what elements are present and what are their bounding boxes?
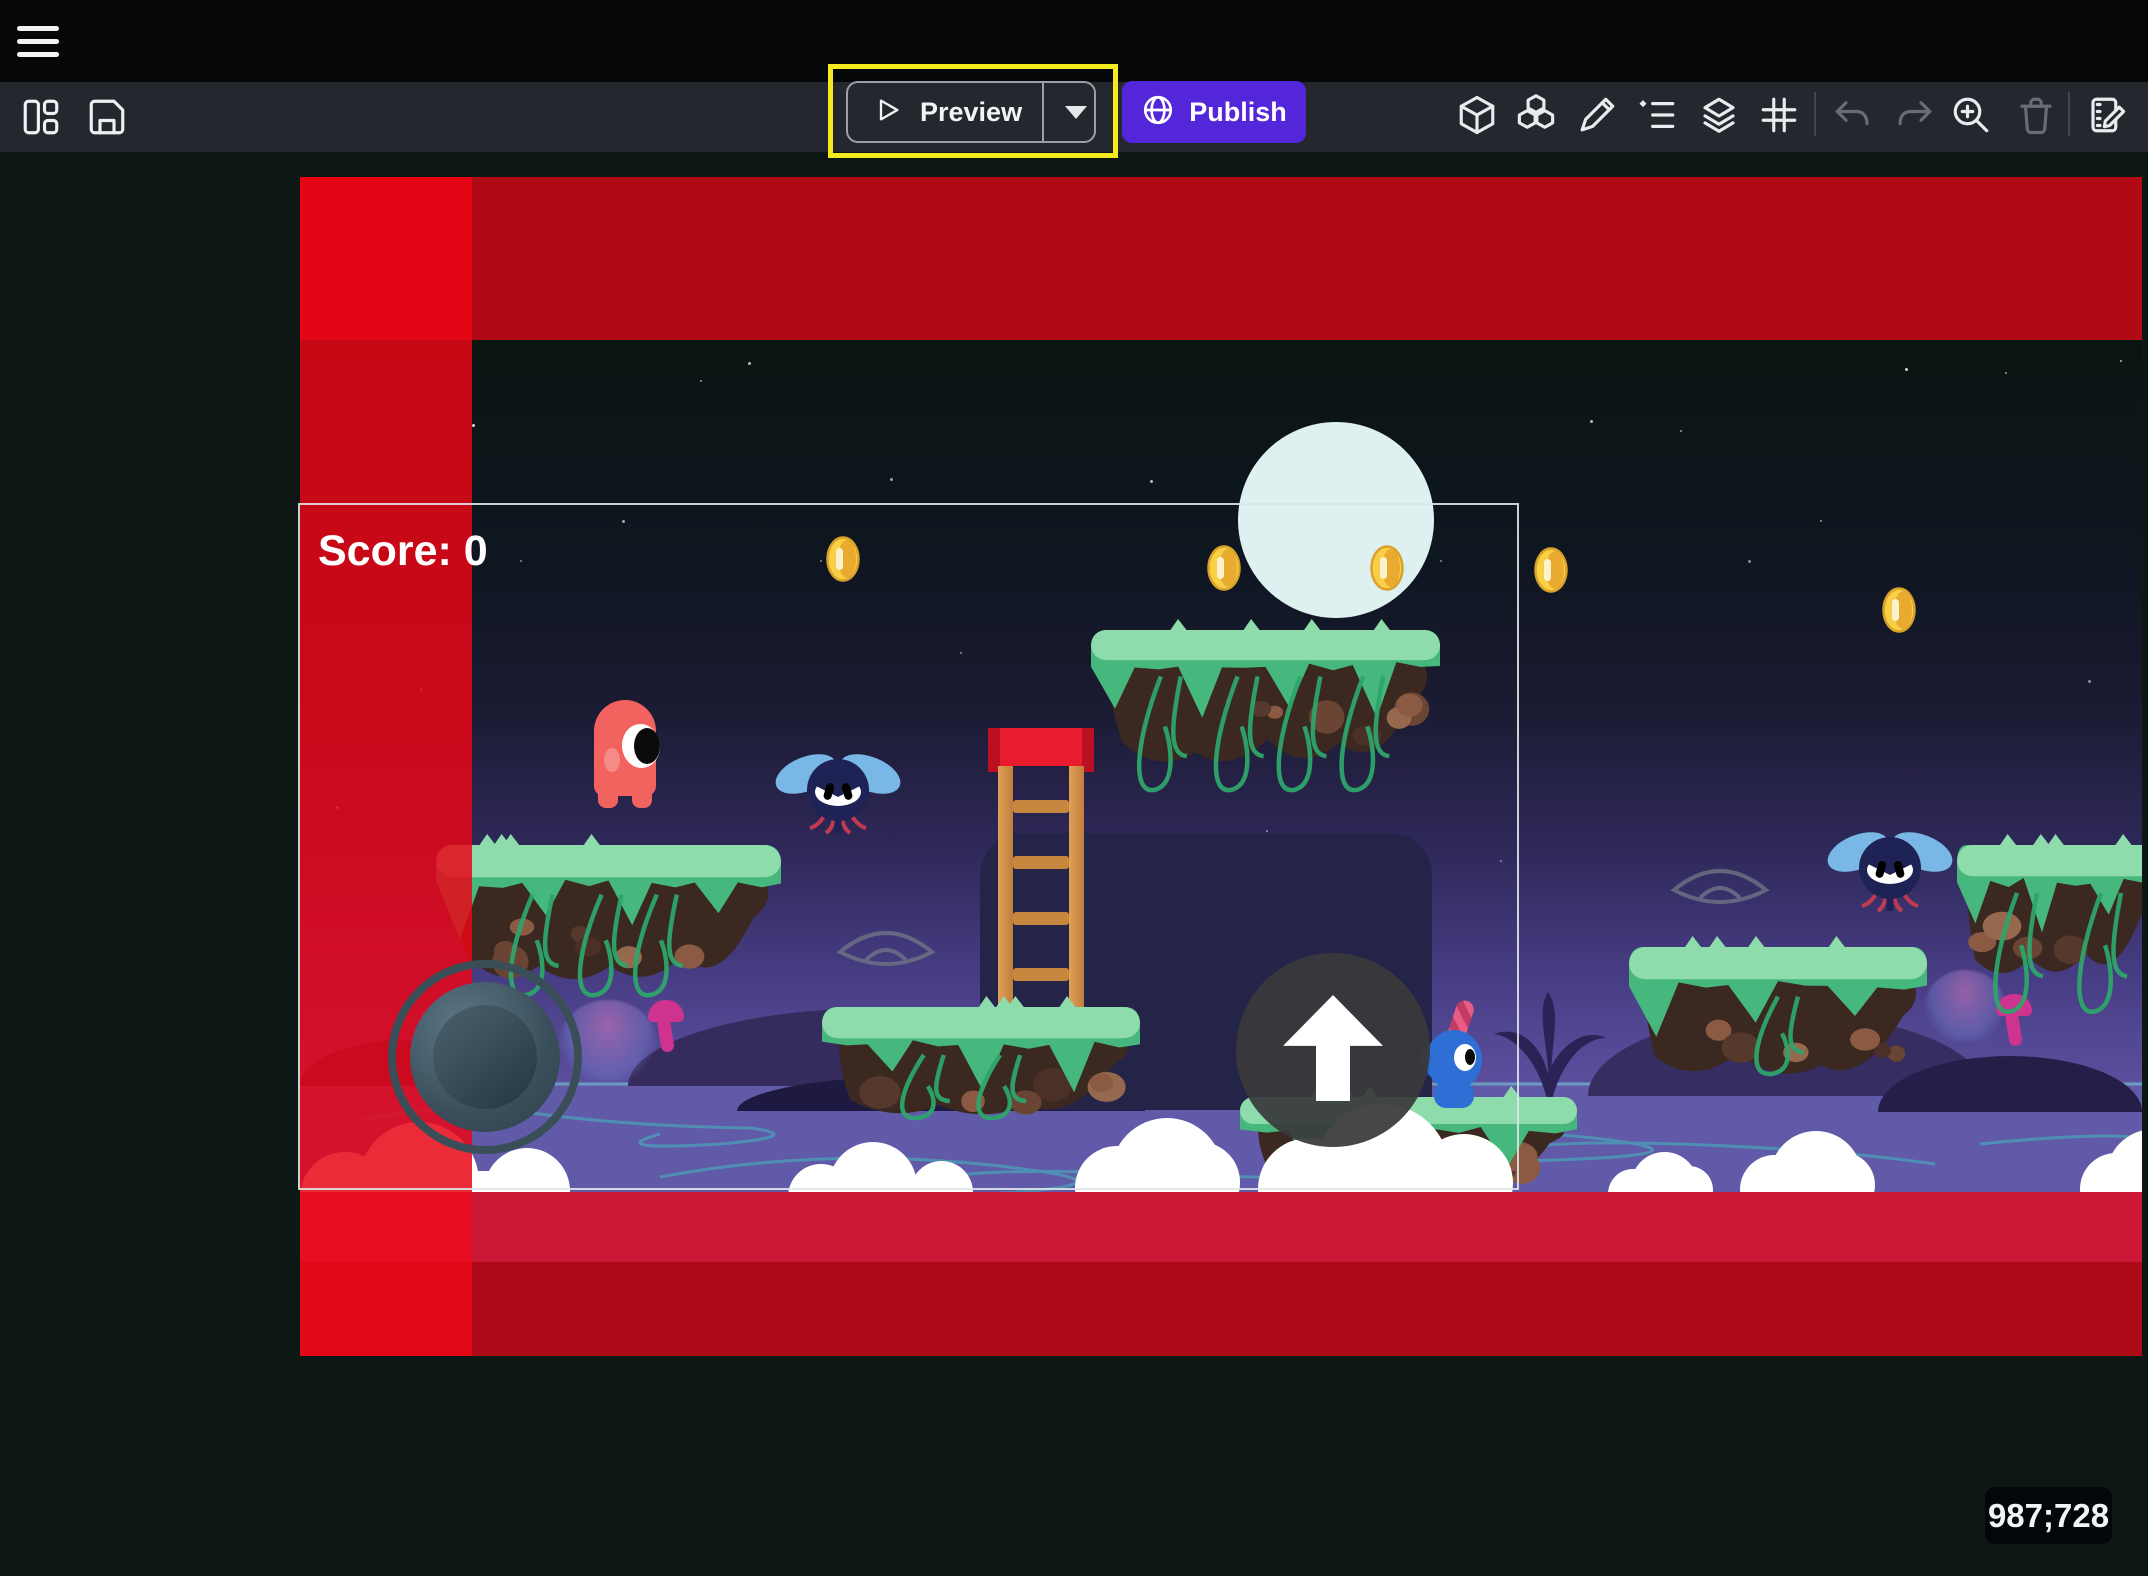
star <box>2005 372 2007 374</box>
star <box>2088 680 2091 683</box>
red-wall[interactable] <box>300 177 472 340</box>
layout-panels-icon[interactable] <box>20 96 62 138</box>
pencil-edit-icon[interactable] <box>1576 94 1618 136</box>
camera-frame <box>298 503 1519 1190</box>
star <box>1748 560 1751 563</box>
star <box>472 424 475 427</box>
cloud <box>2080 1138 2142 1198</box>
star <box>1905 368 1908 371</box>
redo-icon[interactable] <box>1893 94 1935 136</box>
flying-enemy[interactable] <box>1820 818 1960 914</box>
preview-button-label: Preview <box>920 97 1022 128</box>
star <box>700 380 702 382</box>
publish-button[interactable]: Publish <box>1122 81 1306 143</box>
red-wall[interactable] <box>472 1192 2142 1262</box>
chevron-down-icon[interactable] <box>1054 83 1098 141</box>
game-editor-window: Home Level ✕ Level (Events) ✕ Preview Pu… <box>0 0 2148 1576</box>
platform[interactable] <box>1957 831 2142 1100</box>
red-wall[interactable] <box>300 1262 472 1356</box>
star <box>1590 420 1593 423</box>
star <box>748 362 751 365</box>
edit-events-icon[interactable] <box>2086 94 2128 136</box>
layers-icon[interactable] <box>1698 94 1740 136</box>
object-groups-icon[interactable] <box>1515 94 1557 136</box>
hamburger-menu-icon[interactable] <box>17 26 59 57</box>
cloud <box>1740 1140 1875 1198</box>
undo-icon[interactable] <box>1832 94 1874 136</box>
cursor-coordinates-badge: 987;728 <box>1985 1487 2112 1544</box>
star <box>1680 430 1682 432</box>
save-icon[interactable] <box>86 96 128 138</box>
closed-eye-decoration[interactable] <box>1668 858 1772 916</box>
platform[interactable] <box>1629 933 1927 1155</box>
preview-button[interactable]: Preview <box>846 81 1096 143</box>
trash-icon[interactable] <box>2015 94 2057 136</box>
red-wall[interactable] <box>472 1262 2142 1356</box>
globe-icon <box>1141 93 1175 132</box>
coin[interactable] <box>1534 547 1568 593</box>
publish-button-label: Publish <box>1189 97 1287 128</box>
star <box>1150 480 1153 483</box>
red-wall[interactable] <box>300 1192 472 1262</box>
star <box>1820 520 1822 522</box>
cursor-coordinates-value: 987;728 <box>1988 1497 2109 1535</box>
star <box>2120 360 2122 362</box>
grid-icon[interactable] <box>1758 94 1800 136</box>
zoom-in-icon[interactable] <box>1950 94 1992 136</box>
red-wall[interactable] <box>300 177 2142 340</box>
level-canvas[interactable]: Score: 0 <box>0 152 2142 1576</box>
play-icon <box>874 96 902 129</box>
instances-list-icon[interactable] <box>1636 94 1678 136</box>
toolbar-divider <box>2068 92 2070 136</box>
objects-cube-icon[interactable] <box>1456 94 1498 136</box>
toolbar-divider <box>1814 92 1816 136</box>
coin[interactable] <box>1882 587 1916 633</box>
star <box>890 478 893 481</box>
